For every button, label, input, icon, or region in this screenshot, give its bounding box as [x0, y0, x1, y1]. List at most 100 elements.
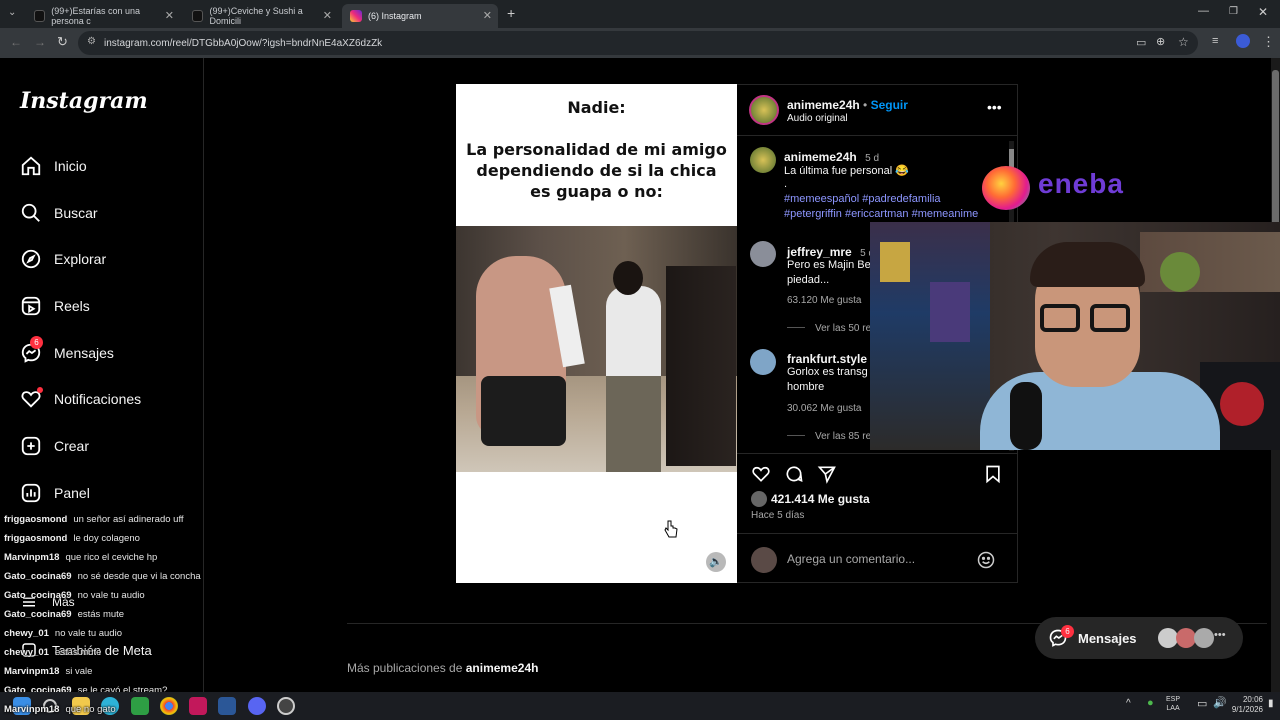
app-icon[interactable] [218, 697, 236, 715]
view-replies-link[interactable]: Ver las 85 re [815, 431, 871, 442]
chat-message: friggaosmond le doy colageno [4, 533, 140, 544]
replies-line [787, 435, 805, 436]
back-icon[interactable]: ← [10, 35, 22, 49]
close-icon[interactable]: ✕ [165, 9, 174, 22]
chrome-icon[interactable] [160, 697, 178, 715]
like-heart-icon[interactable] [751, 464, 771, 484]
save-bookmark-icon[interactable] [983, 464, 1003, 484]
address-bar-row: ← → ↻ ⚙ instagram.com/reel/DTGbbA0jOow/?… [0, 28, 1280, 58]
chat-username: Gato_cocina69 [4, 571, 72, 582]
comment-likes[interactable]: 30.062 Me gusta [787, 403, 862, 414]
clock[interactable]: 20:06 9/1/2026 [1227, 695, 1263, 715]
profile-avatar[interactable] [1236, 34, 1250, 48]
meme-heading: Nadie: [567, 98, 626, 117]
sidebar-item-inicio[interactable]: Inicio [20, 155, 87, 177]
contact-avatar [1194, 628, 1214, 648]
figurine [1160, 252, 1200, 292]
reading-list-icon[interactable]: ≡ [1212, 35, 1218, 47]
tab-search-icon[interactable]: ⌄ [8, 7, 16, 18]
menu-icon[interactable]: ⋮ [1262, 34, 1275, 50]
mute-icon[interactable]: 🔈 [706, 552, 726, 572]
home-icon [21, 156, 41, 176]
author-avatar[interactable] [749, 95, 779, 125]
notification-center-icon[interactable]: ▮ [1268, 698, 1274, 709]
view-replies-link[interactable]: Ver las 50 re [815, 323, 871, 334]
site-info-icon[interactable]: ⚙ [87, 36, 96, 47]
comment-username[interactable]: frankfurt.style [787, 352, 867, 366]
new-tab-icon[interactable]: + [507, 5, 515, 21]
url-text: instagram.com/reel/DTGbbA0jOow/?igsh=bnd… [104, 37, 383, 49]
video-frame [456, 226, 737, 472]
sidebar-item-panel[interactable]: Panel [20, 482, 90, 504]
share-send-icon[interactable] [817, 464, 837, 484]
language-layout: LAA [1166, 705, 1180, 712]
compass-icon [21, 249, 41, 269]
caption-hashtags[interactable]: #petergriffin #ericcartman #memeanime [784, 208, 978, 220]
reload-icon[interactable]: ↻ [57, 34, 68, 50]
forward-icon[interactable]: → [34, 35, 46, 49]
author-avatar[interactable] [750, 147, 776, 173]
sidebar-item-label: Notificaciones [54, 391, 142, 407]
tiktok-icon [34, 10, 46, 22]
follow-button[interactable]: Seguir [871, 98, 908, 112]
app-icon[interactable] [189, 697, 207, 715]
more-options-icon[interactable]: ••• [987, 99, 1002, 115]
sidebar-item-mensajes[interactable]: 6 Mensajes [20, 336, 114, 364]
cast-icon[interactable]: ▭ [1136, 36, 1146, 49]
eneba-logo-icon [982, 166, 1030, 210]
contact-avatar [1176, 628, 1196, 648]
discord-icon[interactable] [248, 697, 266, 715]
volume-icon[interactable]: 🔊 [1213, 696, 1227, 709]
more-options-icon[interactable]: ••• [1214, 629, 1226, 641]
comment-input[interactable]: Agrega un comentario... [787, 552, 915, 566]
chat-message: chewy_01 estas mute [4, 647, 101, 658]
close-icon[interactable]: ✕ [483, 9, 492, 22]
comment-bubble-icon[interactable] [784, 464, 804, 484]
microphone-icon[interactable]: ● [1147, 697, 1154, 709]
tab-instagram[interactable]: (6) Instagram ✕ [342, 4, 498, 28]
language-indicator[interactable]: ESP LAA [1166, 695, 1180, 713]
minimize-icon[interactable]: — [1198, 5, 1209, 17]
instagram-logo[interactable]: Instagram [20, 88, 148, 114]
chat-text: que no gato [65, 704, 116, 715]
chat-username: chewy_01 [4, 628, 49, 639]
sidebar-item-crear[interactable]: Crear [20, 435, 89, 457]
bookmark-star-icon[interactable]: ☆ [1178, 35, 1189, 49]
commenter-avatar[interactable] [750, 241, 776, 267]
sidebar-item-label: Buscar [54, 205, 98, 221]
close-icon[interactable]: ✕ [323, 9, 332, 22]
author-username[interactable]: animeme24h [787, 98, 860, 112]
chat-message: Gato_cocina69 no sé desde que vi la conch… [4, 571, 201, 582]
emoji-icon[interactable] [976, 550, 996, 570]
url-field[interactable]: ⚙ instagram.com/reel/DTGbbA0jOow/?igsh=b… [78, 31, 1198, 55]
close-window-icon[interactable]: ✕ [1258, 5, 1268, 19]
glasses-right [1090, 304, 1130, 332]
reel-video[interactable]: Nadie: La personalidad de mi amigo depen… [456, 84, 737, 583]
sidebar-item-notificaciones[interactable]: Notificaciones [20, 387, 142, 410]
restore-icon[interactable]: ❐ [1229, 6, 1238, 17]
audio-label[interactable]: Audio original [787, 113, 848, 124]
zoom-icon[interactable]: ⊕ [1156, 35, 1165, 48]
commenter-avatar[interactable] [750, 349, 776, 375]
obs-icon[interactable] [277, 697, 295, 715]
excel-icon[interactable] [131, 697, 149, 715]
sidebar-item-buscar[interactable]: Buscar [20, 202, 98, 224]
stream-chat-overlay: friggaosmond un señor así adinerado uff f… [0, 512, 260, 696]
sidebar-item-explorar[interactable]: Explorar [20, 248, 106, 270]
comment-likes[interactable]: 63.120 Me gusta [787, 295, 862, 306]
tab-tiktok-1[interactable]: (99+)Estarías con una persona c ✕ [26, 4, 180, 28]
more-posts-user[interactable]: animeme24h [466, 661, 539, 675]
clock-date: 9/1/2026 [1231, 705, 1263, 714]
likes-count[interactable]: 421.414 Me gusta [771, 492, 870, 506]
chat-text: no vale tu audio [77, 590, 145, 601]
sidebar-item-reels[interactable]: Reels [20, 295, 90, 317]
caption-hashtags[interactable]: #memeespañol #padredefamilia [784, 193, 941, 205]
network-icon[interactable]: ▭ [1197, 697, 1207, 710]
messages-float-button[interactable]: 6 Mensajes ••• [1035, 617, 1243, 659]
background-shelf [1140, 232, 1280, 292]
caption-text: La última fue personal 😂 [784, 165, 909, 177]
tab-tiktok-2[interactable]: (99+)Ceviche y Sushi a Domicili ✕ [184, 4, 338, 28]
caption-username[interactable]: animeme24h [784, 150, 857, 164]
chevron-up-icon[interactable]: ^ [1126, 698, 1131, 709]
comment-username[interactable]: jeffrey_mre [787, 245, 852, 259]
